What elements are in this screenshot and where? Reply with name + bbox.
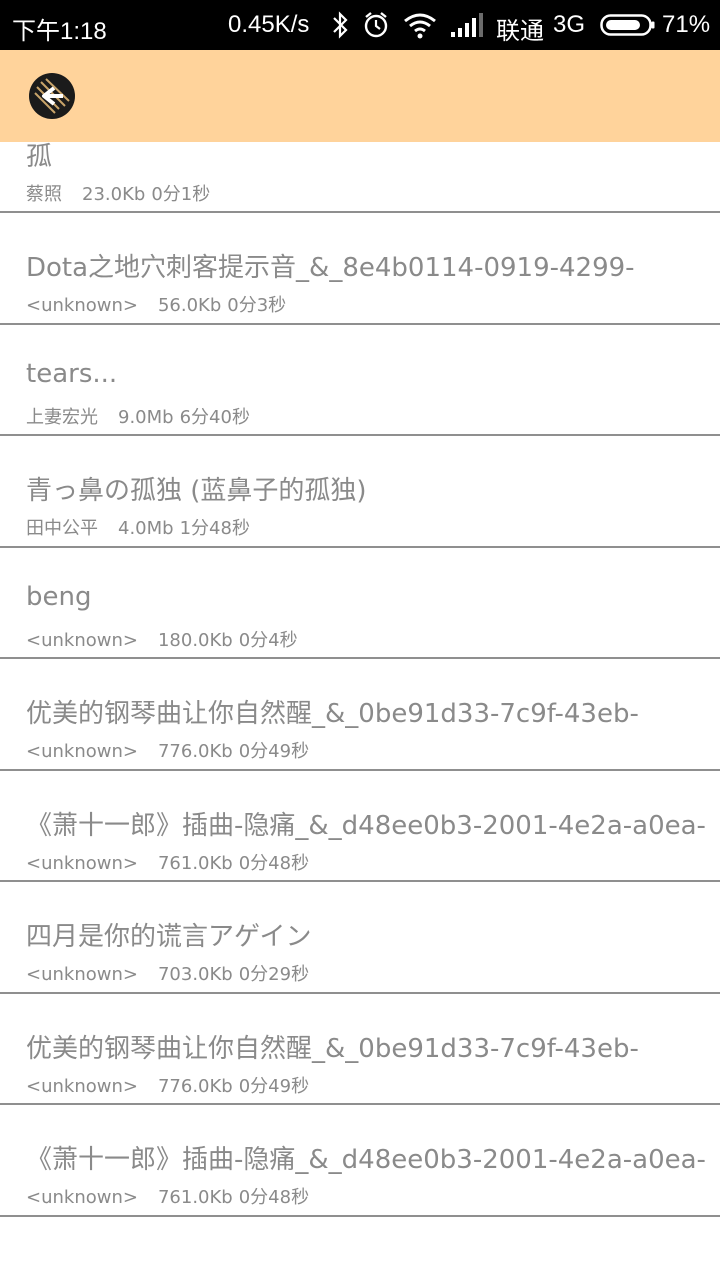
song-size: 776.0Kb (157, 741, 233, 762)
song-title: tears... (26, 358, 118, 389)
song-list[interactable]: <unknown>25.0Kb0分1秒孤蔡照23.0Kb0分1秒Dota之地穴刺… (0, 50, 720, 1280)
song-duration: 0分4秒 (238, 629, 298, 651)
song-meta: 上妻宏光 9.0Mb 6分40秒 (26, 403, 250, 429)
song-row[interactable]: Dota之地穴刺客提示音_&_8e4b0114-0919-4299- <unkno… (0, 213, 720, 325)
song-artist: <unknown> (26, 1187, 138, 1208)
song-artist: <unknown> (26, 295, 138, 316)
song-title: 青っ鼻の孤独 (蓝鼻子的孤独) (26, 476, 367, 506)
song-size: 23.0Kb (82, 183, 146, 205)
battery-percent: 71% (662, 11, 711, 38)
song-title: beng (26, 581, 92, 612)
song-meta: <unknown> 703.0Kb 0分29秒 (26, 960, 309, 986)
song-artist: 蔡照 (26, 183, 62, 205)
song-list-content: <unknown>25.0Kb0分1秒孤蔡照23.0Kb0分1秒Dota之地穴刺… (0, 50, 720, 1217)
battery-icon (600, 13, 656, 44)
song-duration: 1分48秒 (179, 518, 250, 539)
song-row[interactable]: 《萧十一郎》插曲-隐痛_&_d48ee0b3-2001-4e2a-a0ea- <u… (0, 771, 720, 882)
song-artist: <unknown> (26, 741, 138, 762)
song-size: 180.0Kb (157, 629, 233, 651)
song-meta: 田中公平 4.0Mb 1分48秒 (26, 514, 250, 540)
song-duration: 0分49秒 (238, 1075, 310, 1097)
song-meta: <unknown> 761.0Kb 0分48秒 (26, 1183, 309, 1209)
song-title: 《萧十一郎》插曲-隐痛_&_d48ee0b3-2001-4e2a-a0ea- (26, 810, 706, 841)
song-size: 761.0Kb (157, 852, 233, 874)
song-duration: 0分1秒 (151, 183, 211, 205)
song-title: 《萧十一郎》插曲-隐痛_&_d48ee0b3-2001-4e2a-a0ea- (26, 1145, 706, 1175)
song-artist: <unknown> (26, 629, 138, 651)
song-artist: 上妻宏光 (26, 406, 98, 428)
song-title: 优美的钢琴曲让你自然醒_&_0be91d33-7c9f-43eb- (26, 699, 639, 729)
bluetooth-icon (330, 10, 350, 47)
song-meta: <unknown> 776.0Kb 0分49秒 (26, 1072, 309, 1098)
song-meta: <unknown> 761.0Kb 0分48秒 (26, 849, 309, 875)
song-meta: <unknown> 56.0Kb 0分3秒 (26, 291, 286, 317)
song-row[interactable]: tears... 上妻宏光 9.0Mb 6分40秒 (0, 325, 720, 436)
song-size: 4.0Mb (118, 518, 174, 539)
song-row[interactable]: 优美的钢琴曲让你自然醒_&_0be91d33-7c9f-43eb- <unknow… (0, 994, 720, 1105)
toolbar (0, 50, 720, 142)
song-row[interactable]: 优美的钢琴曲让你自然醒_&_0be91d33-7c9f-43eb- <unknow… (0, 659, 720, 771)
song-title: 四月是你的谎言アゲイン (26, 922, 312, 952)
song-duration: 0分48秒 (238, 1187, 310, 1208)
song-meta: <unknown> 776.0Kb 0分49秒 (26, 737, 309, 763)
network-type: 3G (553, 11, 586, 38)
song-duration: 0分48秒 (238, 852, 310, 874)
back-button[interactable] (29, 73, 75, 119)
network-speed: 0.45K/s (228, 11, 310, 38)
song-row[interactable]: 青っ鼻の孤独 (蓝鼻子的孤独) 田中公平 4.0Mb 1分48秒 (0, 436, 720, 548)
song-artist: <unknown> (26, 1075, 138, 1097)
song-title: Dota之地穴刺客提示音_&_8e4b0114-0919-4299- (26, 253, 635, 283)
wifi-icon (402, 10, 438, 47)
song-title: 优美的钢琴曲让你自然醒_&_0be91d33-7c9f-43eb- (26, 1033, 639, 1064)
song-meta: <unknown> 180.0Kb 0分4秒 (26, 626, 298, 652)
song-duration: 0分3秒 (227, 295, 287, 316)
song-size: 776.0Kb (157, 1075, 233, 1097)
song-artist: 田中公平 (26, 518, 98, 539)
status-bar: 下午1:18 0.45K/s 联通 3G 71% (0, 0, 720, 50)
song-artist: <unknown> (26, 964, 138, 985)
alarm-icon (362, 10, 390, 47)
carrier-name: 联通 (496, 18, 544, 45)
song-row[interactable]: beng <unknown> 180.0Kb 0分4秒 (0, 548, 720, 659)
back-arrow-icon (30, 74, 74, 118)
song-size: 56.0Kb (157, 295, 222, 316)
song-duration: 0分49秒 (238, 741, 310, 762)
song-duration: 0分29秒 (238, 964, 310, 985)
song-artist: <unknown> (26, 852, 138, 874)
song-size: 761.0Kb (157, 1187, 233, 1208)
song-row[interactable]: 四月是你的谎言アゲイン <unknown> 703.0Kb 0分29秒 (0, 882, 720, 994)
song-duration: 6分40秒 (179, 406, 250, 428)
status-time: 下午1:18 (12, 18, 107, 45)
song-meta: 蔡照 23.0Kb 0分1秒 (26, 180, 210, 206)
signal-icon (450, 10, 484, 47)
song-row[interactable]: 《萧十一郎》插曲-隐痛_&_d48ee0b3-2001-4e2a-a0ea- <u… (0, 1105, 720, 1217)
song-size: 9.0Mb (118, 406, 174, 428)
song-size: 703.0Kb (157, 964, 233, 985)
